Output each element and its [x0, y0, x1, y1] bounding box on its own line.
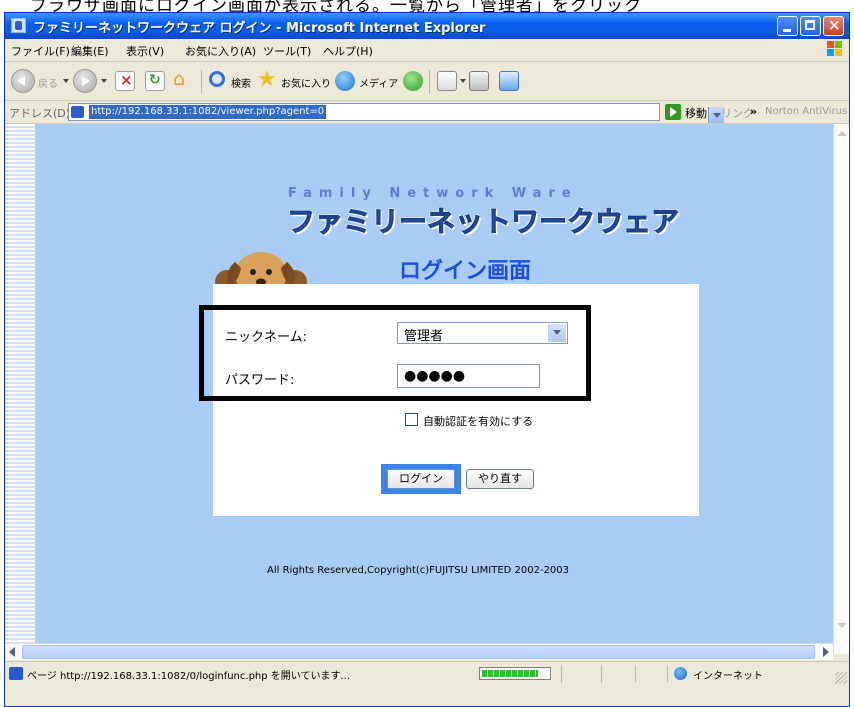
menu-file[interactable]: ファイル(F) — [11, 43, 70, 59]
stop-icon[interactable]: × — [115, 71, 135, 91]
scroll-up-icon[interactable] — [836, 128, 848, 140]
login-button-focus[interactable]: ログイン — [381, 464, 461, 494]
close-button[interactable]: × — [823, 16, 844, 36]
status-divider — [635, 665, 636, 683]
forward-dropdown-icon[interactable] — [101, 79, 107, 83]
edit-icon[interactable] — [499, 71, 519, 91]
search-label[interactable]: 検索 — [231, 75, 251, 90]
status-divider — [667, 665, 668, 683]
horizontal-scroll-thumb[interactable] — [22, 645, 815, 659]
status-divider — [601, 665, 602, 683]
media-icon[interactable] — [335, 71, 355, 91]
toolbar-separator — [429, 70, 430, 94]
back-dropdown-icon[interactable] — [63, 79, 69, 83]
auto-auth-label[interactable]: 自動認証を有効にする — [423, 413, 533, 429]
menu-bar: ファイル(F) 編集(E) 表示(V) お気に入り(A) ツール(T) ヘルプ(… — [5, 39, 849, 62]
go-label[interactable]: 移動 — [685, 105, 707, 121]
minimize-button[interactable] — [777, 16, 798, 36]
forward-icon[interactable] — [73, 69, 97, 93]
media-label[interactable]: メディア — [359, 75, 398, 90]
back-icon[interactable] — [11, 69, 35, 93]
reset-button[interactable]: やり直す — [466, 469, 534, 489]
window-title: ファミリーネットワークウェア ログイン - Microsoft Internet… — [33, 21, 486, 36]
favorites-label[interactable]: お気に入り — [281, 75, 331, 90]
logo-subtitle: Family Network Ware — [288, 186, 578, 201]
house-icon: ⌂ — [173, 68, 186, 90]
status-text: ページ http://192.168.33.1:1082/0/loginfunc… — [27, 671, 351, 682]
progress-bar — [479, 667, 551, 680]
maximize-button[interactable] — [800, 16, 821, 36]
logo-title: ファミリーネットワークウェア — [286, 205, 680, 239]
progress-fill — [482, 670, 538, 677]
status-bar: ページ http://192.168.33.1:1082/0/loginfunc… — [5, 661, 849, 686]
address-bar: アドレス(D) http://192.168.33.1:1082/viewer.… — [5, 101, 849, 124]
ie-app-icon[interactable] — [11, 18, 26, 33]
close-icon: × — [828, 16, 841, 34]
browser-window: ファミリーネットワークウェア ログイン - Microsoft Internet… — [4, 12, 850, 707]
copyright-text: All Rights Reserved,Copyright(c)FUJITSU … — [267, 565, 570, 576]
menu-favorites[interactable]: お気に入り(A) — [185, 43, 256, 59]
horizontal-scrollbar[interactable] — [5, 643, 833, 660]
address-url[interactable]: http://192.168.33.1:1082/viewer.php?agen… — [89, 105, 327, 119]
title-bar[interactable]: ファミリーネットワークウェア ログイン - Microsoft Internet… — [5, 13, 849, 39]
auto-auth-checkbox[interactable] — [405, 413, 418, 426]
links-chevron-icon[interactable]: » — [750, 105, 757, 118]
home-icon[interactable]: ⌂ — [173, 68, 193, 91]
status-divider — [561, 665, 562, 683]
page-content: Family Network Ware ファミリーネットワークウェア ログイン画… — [5, 124, 833, 654]
print-icon[interactable] — [469, 71, 489, 91]
resize-grip-icon[interactable] — [835, 672, 847, 684]
login-button[interactable]: ログイン — [387, 469, 455, 489]
page-loading-icon — [9, 667, 23, 680]
stop-x-icon: × — [120, 71, 133, 89]
history-icon[interactable] — [403, 71, 423, 91]
go-icon[interactable] — [665, 104, 681, 120]
search-icon[interactable] — [209, 71, 225, 87]
security-zone-label: インターネット — [693, 671, 763, 682]
standard-toolbar: 戻る × ↻ ⌂ 検索 ★ お気に入り メディア — [5, 62, 849, 101]
highlight-box — [199, 305, 591, 401]
scroll-right-icon[interactable] — [819, 646, 831, 658]
page-icon — [71, 106, 84, 118]
menu-tools[interactable]: ツール(T) — [263, 43, 311, 59]
menu-view[interactable]: 表示(V) — [126, 43, 164, 59]
menu-edit[interactable]: 編集(E) — [71, 43, 109, 59]
mail-icon[interactable] — [437, 71, 457, 91]
login-heading: ログイン画面 — [399, 259, 532, 284]
top-caption-text: ブラウザ画面にログイン画面が表示される。一覧から「管理者」をクリック — [30, 0, 642, 12]
vertical-scrollbar[interactable] — [833, 124, 849, 654]
scroll-down-icon[interactable] — [836, 620, 848, 632]
scroll-left-icon[interactable] — [7, 646, 19, 658]
top-caption-strip: ブラウザ画面にログイン画面が表示される。一覧から「管理者」をクリック — [0, 0, 854, 12]
windows-flag-icon — [827, 41, 843, 57]
address-input[interactable]: http://192.168.33.1:1082/viewer.php?agen… — [68, 103, 724, 123]
refresh-arrow-icon: ↻ — [149, 72, 161, 88]
favorites-icon[interactable]: ★ — [257, 67, 277, 92]
internet-globe-icon — [674, 667, 687, 680]
mail-dropdown-icon[interactable] — [460, 79, 466, 83]
refresh-icon[interactable]: ↻ — [145, 71, 165, 91]
norton-label[interactable]: Norton AntiVirus — [765, 106, 847, 117]
address-label: アドレス(D) — [9, 107, 71, 120]
back-label[interactable]: 戻る — [38, 75, 58, 90]
page-left-stripes — [5, 124, 35, 654]
menu-help[interactable]: ヘルプ(H) — [323, 43, 373, 59]
toolbar-separator — [201, 70, 202, 94]
